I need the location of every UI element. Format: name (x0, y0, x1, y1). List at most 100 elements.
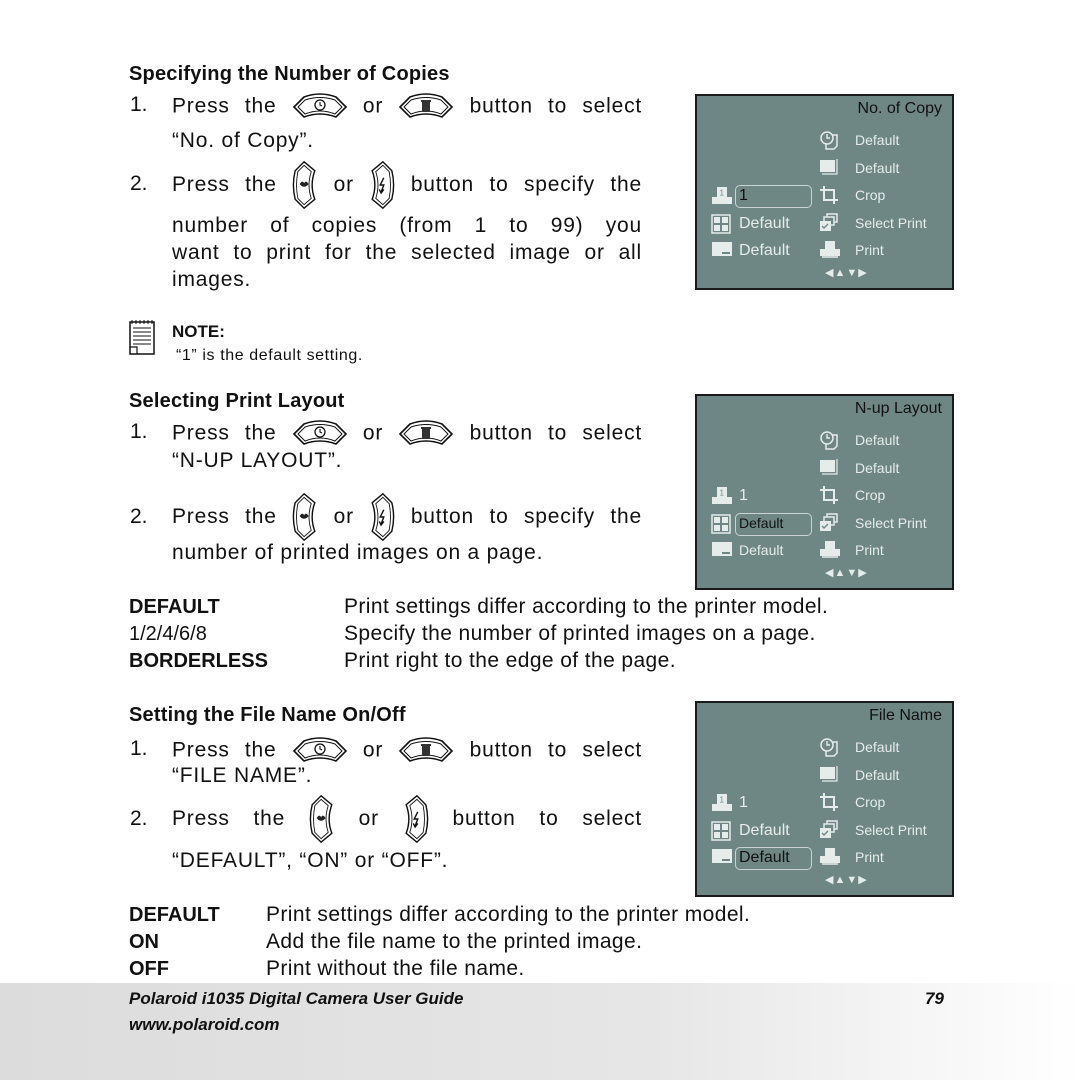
filename-icon (711, 541, 733, 560)
step-1-text: Press the or button to select (172, 737, 642, 765)
macro-button-icon (309, 794, 335, 844)
border-icon (819, 765, 839, 786)
delete-button-icon (398, 420, 454, 448)
menu-option[interactable]: Crop (855, 487, 885, 503)
definition-key: DEFAULT (129, 596, 220, 618)
definition-key: BORDERLESS (129, 650, 268, 672)
step-2-line-2: number of printed images on a page. (172, 541, 544, 564)
step-2-text: Press the or button to specify the (172, 492, 642, 542)
step-text: or (362, 421, 384, 445)
menu-option[interactable]: Default (855, 132, 899, 148)
step-text: button to select (469, 94, 643, 118)
menu-option[interactable]: Select Print (855, 822, 927, 838)
menu-option[interactable]: Crop (855, 187, 885, 203)
menu-option[interactable]: Select Print (855, 515, 927, 531)
menu-option[interactable]: Default (855, 767, 899, 783)
setting-value-filename[interactable]: Default (739, 242, 790, 260)
step-text: button to specify the (410, 505, 642, 528)
step-text: or (333, 173, 354, 196)
step-number: 1. (130, 420, 148, 443)
flash-button-icon (369, 160, 395, 210)
setting-value-layout[interactable]: Default (739, 822, 790, 840)
definition-value: Print settings differ according to the p… (344, 595, 829, 618)
clock-icon (819, 430, 839, 453)
step-text: Press the (172, 173, 277, 196)
step-text: or (362, 738, 384, 762)
setting-value-copies[interactable]: 1 (739, 487, 748, 505)
print-icon (819, 847, 841, 868)
filename-icon (711, 241, 733, 260)
step-text: Press the (172, 807, 286, 830)
menu-option[interactable]: Default (855, 432, 899, 448)
setting-value-copies[interactable]: 1 (739, 187, 748, 205)
navigation-arrows-icon: ◀▲▼▶ (825, 874, 868, 886)
copies-icon: 1 (711, 486, 733, 509)
screen-title: No. of Copy (857, 100, 942, 117)
section-heading-copies: Specifying the Number of Copies (129, 63, 450, 85)
svg-text:1: 1 (720, 489, 725, 498)
step-number: 1. (130, 93, 148, 116)
definition-key: 1/2/4/6/8 (129, 623, 207, 645)
setting-value-layout[interactable]: Default (739, 515, 783, 531)
layout-icon (711, 513, 731, 537)
step-text: Press the (172, 94, 277, 118)
setting-value-filename[interactable]: Default (739, 542, 783, 558)
definition-key: OFF (129, 958, 169, 980)
step-2-text: Press the or button to select (172, 794, 642, 844)
menu-option[interactable]: Crop (855, 794, 885, 810)
screen-title: File Name (869, 707, 942, 724)
menu-option[interactable]: Print (855, 242, 884, 258)
select-print-icon (819, 212, 839, 236)
menu-option[interactable]: Print (855, 542, 884, 558)
layout-icon (711, 820, 731, 844)
menu-option[interactable]: Default (855, 739, 899, 755)
page-footer: Polaroid i1035 Digital Camera User Guide… (0, 983, 1080, 1080)
setting-value-layout[interactable]: Default (739, 215, 790, 233)
macro-button-icon (292, 160, 318, 210)
definition-key: DEFAULT (129, 904, 220, 926)
navigation-arrows-icon: ◀▲▼▶ (825, 267, 868, 279)
step-2-line-4: images. (172, 268, 252, 291)
navigation-arrows-icon: ◀▲▼▶ (825, 567, 868, 579)
svg-text:1: 1 (720, 189, 725, 198)
layout-icon (711, 213, 731, 237)
definition-key: ON (129, 931, 159, 953)
step-2-text: Press the or button to specify the (172, 160, 642, 210)
clock-icon (819, 737, 839, 760)
crop-icon (819, 185, 839, 208)
footer-title: Polaroid i1035 Digital Camera User Guide (129, 989, 464, 1008)
select-print-icon (819, 819, 839, 843)
clock-icon (819, 130, 839, 153)
step-2-line-2: “DEFAULT”, “ON” or “OFF”. (172, 849, 449, 872)
step-text: Press the (172, 505, 277, 528)
copies-icon: 1 (711, 186, 733, 209)
up-button-icon (292, 737, 348, 765)
page-number: 79 (925, 989, 944, 1008)
step-text: button to specify the (410, 173, 642, 196)
up-button-icon (292, 420, 348, 448)
flash-button-icon (369, 492, 395, 542)
screen-title: N-up Layout (854, 400, 942, 417)
menu-option[interactable]: Default (855, 160, 899, 176)
delete-button-icon (398, 737, 454, 765)
step-1-option: “No. of Copy”. (172, 129, 314, 152)
camera-lcd-screen: File Name Default Default Crop Select Print P… (695, 701, 954, 897)
note-icon (129, 320, 155, 355)
print-icon (819, 540, 841, 561)
note-text: “1” is the default setting. (176, 347, 363, 364)
step-text: button to select (452, 807, 642, 830)
delete-button-icon (398, 93, 454, 121)
step-number: 2. (130, 505, 148, 528)
menu-option[interactable]: Default (855, 460, 899, 476)
definition-value: Print without the file name. (266, 957, 525, 980)
step-1-option: “FILE NAME”. (172, 764, 313, 787)
menu-option[interactable]: Select Print (855, 215, 927, 231)
setting-value-filename[interactable]: Default (739, 849, 790, 867)
step-text: or (362, 94, 384, 118)
camera-lcd-screen: No. of Copy Default Default Crop Select Prin… (695, 94, 954, 290)
menu-option[interactable]: Print (855, 849, 884, 865)
camera-lcd-screen: N-up Layout Default Default Crop Select Prin… (695, 394, 954, 590)
footer-url[interactable]: www.polaroid.com (129, 1015, 280, 1035)
setting-value-copies[interactable]: 1 (739, 794, 748, 812)
step-2-line-3: want to print for the selected image or … (172, 241, 642, 264)
